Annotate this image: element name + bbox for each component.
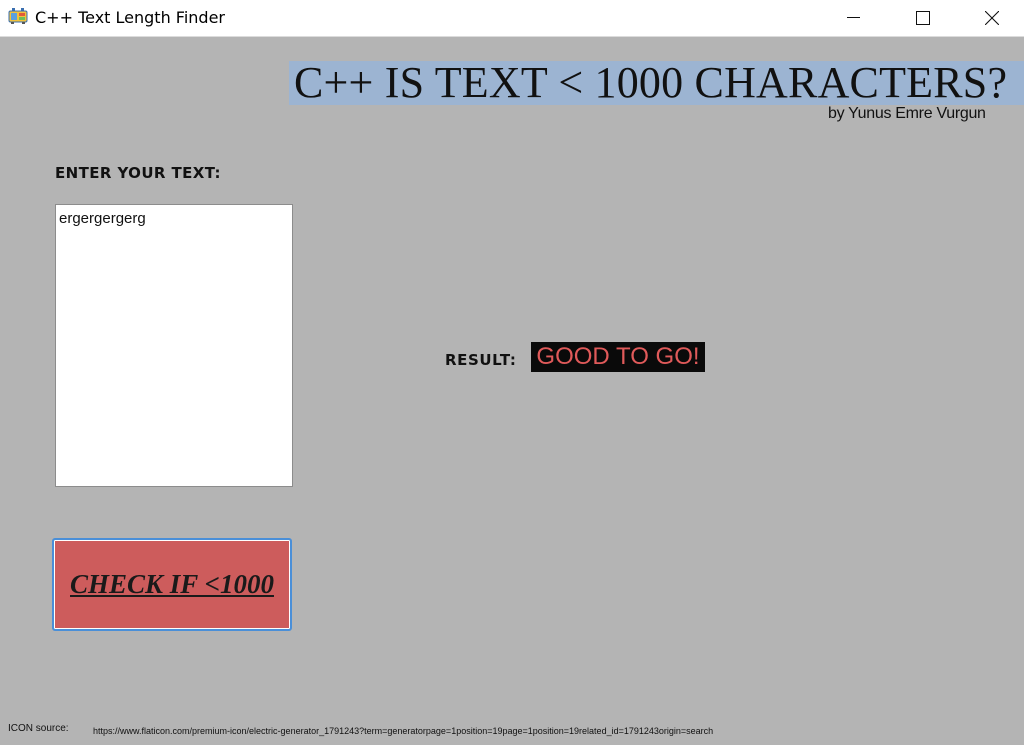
result-label: RESULT: [445, 351, 517, 369]
check-button[interactable]: CHECK IF <1000 [52, 538, 292, 631]
icon-source-url: https://www.flaticon.com/premium-icon/el… [93, 726, 714, 736]
close-icon [985, 11, 999, 25]
maximize-icon [916, 11, 930, 25]
input-label: ENTER YOUR TEXT: [55, 164, 221, 182]
text-input[interactable]: ergergergerg [55, 204, 293, 487]
window-title: C++ Text Length Finder [35, 8, 225, 27]
minimize-button[interactable] [831, 0, 877, 36]
author-byline: by Yunus Emre Vurgun [828, 105, 986, 122]
maximize-button[interactable] [900, 0, 946, 36]
electric-generator-icon [8, 8, 28, 24]
close-button[interactable] [969, 0, 1015, 36]
banner-title: C++ IS TEXT < 1000 CHARACTERS? [294, 58, 1008, 107]
minimize-icon [847, 17, 860, 18]
icon-source-label: ICON source: [8, 723, 69, 734]
result-value: GOOD TO GO! [531, 342, 705, 372]
title-bar: C++ Text Length Finder [0, 0, 1024, 37]
header-banner: C++ IS TEXT < 1000 CHARACTERS? [289, 61, 1024, 105]
